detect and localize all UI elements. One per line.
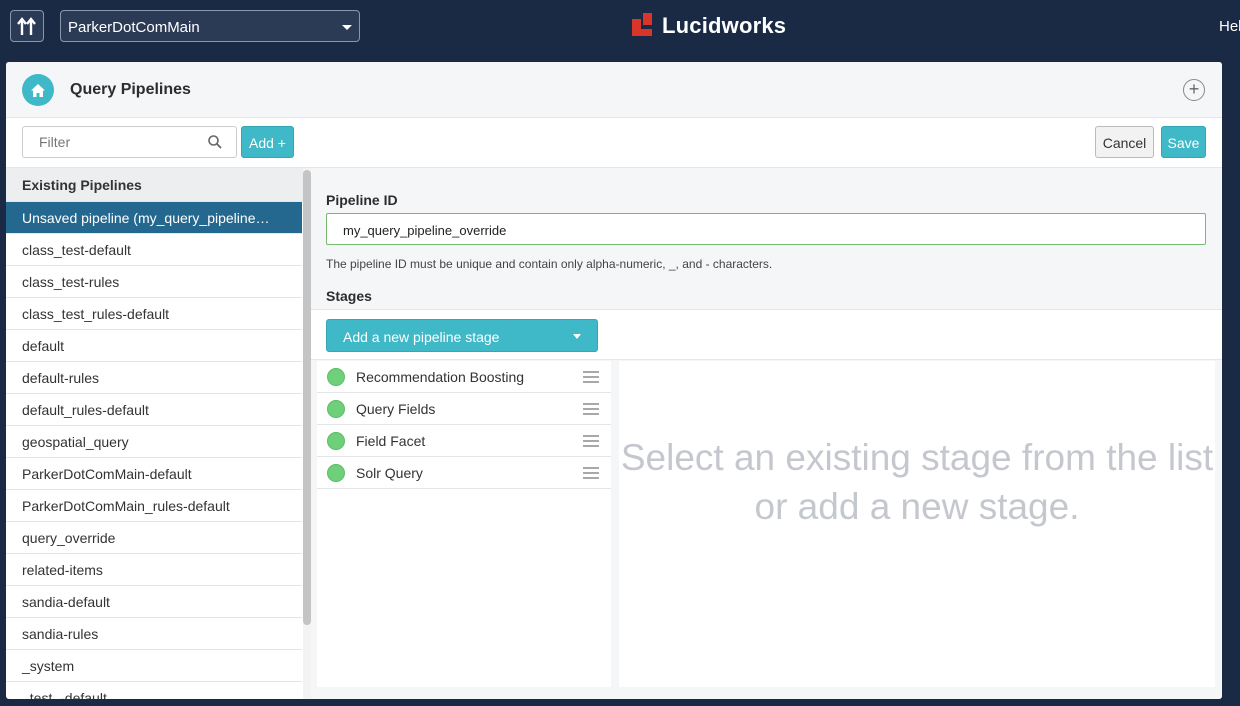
brand-logo: Lucidworks: [630, 13, 786, 39]
sidebar-item-unsaved-pipeline[interactable]: Unsaved pipeline (my_query_pipeline…: [6, 202, 302, 234]
lucidworks-logo-icon: [632, 13, 652, 36]
sidebar-item[interactable]: default: [6, 330, 302, 362]
swap-arrows-icon: [17, 17, 36, 35]
sidebar-scrollbar[interactable]: [303, 168, 311, 699]
stage-item[interactable]: Field Facet: [317, 425, 611, 457]
pipeline-id-help: The pipeline ID must be unique and conta…: [326, 257, 773, 271]
pipeline-id-input[interactable]: my_query_pipeline_override: [326, 213, 1206, 245]
sidebar-item[interactable]: class_test-rules: [6, 266, 302, 298]
app-selector-value: ParkerDotComMain: [68, 19, 200, 36]
sidebar-item[interactable]: sandia-default: [6, 586, 302, 618]
status-dot-icon: [327, 464, 345, 482]
home-button[interactable]: [22, 74, 54, 106]
sidebar-item[interactable]: ParkerDotComMain-default: [6, 458, 302, 490]
sidebar-item[interactable]: _system: [6, 650, 302, 682]
save-button[interactable]: Save: [1161, 126, 1206, 158]
plus-circle-icon[interactable]: +: [1183, 79, 1205, 101]
query-pipelines-panel: Query Pipelines + Add + Cancel Save Exis…: [6, 62, 1222, 699]
sidebar-item[interactable]: geospatial_query: [6, 426, 302, 458]
drag-handle-icon[interactable]: [583, 467, 599, 479]
stage-name: Field Facet: [356, 433, 426, 449]
drag-handle-icon[interactable]: [583, 435, 599, 447]
stage-list: Recommendation Boosting Query Fields Fie…: [317, 361, 611, 687]
cancel-button[interactable]: Cancel: [1095, 126, 1154, 158]
chevron-down-icon: [342, 25, 352, 30]
filter-input[interactable]: [22, 126, 237, 158]
scrollbar-thumb[interactable]: [303, 170, 311, 625]
add-stage-label: Add a new pipeline stage: [343, 329, 500, 345]
sidebar-item[interactable]: ParkerDotComMain_rules-default: [6, 490, 302, 522]
stage-item[interactable]: Solr Query: [317, 457, 611, 489]
stage-name: Query Fields: [356, 401, 436, 417]
stage-toolbar: Add a new pipeline stage: [311, 309, 1222, 360]
app-selector[interactable]: ParkerDotComMain: [60, 10, 360, 42]
sidebar-item[interactable]: default_rules-default: [6, 394, 302, 426]
stage-item[interactable]: Recommendation Boosting: [317, 361, 611, 393]
stage-item[interactable]: Query Fields: [317, 393, 611, 425]
sidebar-item[interactable]: default-rules: [6, 362, 302, 394]
help-link[interactable]: Help: [1219, 18, 1240, 35]
sidebar-item[interactable]: class_test-default: [6, 234, 302, 266]
stages-label: Stages: [326, 288, 372, 304]
sidebar-heading: Existing Pipelines: [6, 168, 311, 202]
sidebar-item[interactable]: query_override: [6, 522, 302, 554]
sidebar-item[interactable]: class_test_rules-default: [6, 298, 302, 330]
empty-stage-message: Select an existing stage from the list o…: [620, 437, 1214, 527]
add-stage-dropdown[interactable]: Add a new pipeline stage: [326, 319, 598, 352]
pipeline-sidebar: Existing Pipelines Unsaved pipeline (my_…: [6, 168, 311, 699]
sidebar-item[interactable]: _test_-default: [6, 682, 302, 699]
home-icon: [31, 83, 45, 97]
stage-detail-pane: Select an existing stage from the list o…: [619, 361, 1215, 687]
caret-down-icon: [573, 334, 581, 339]
sidebar-item[interactable]: related-items: [6, 554, 302, 586]
stage-name: Recommendation Boosting: [356, 369, 525, 385]
pipeline-id-label: Pipeline ID: [326, 192, 398, 208]
panel-header: Query Pipelines +: [6, 62, 1222, 118]
status-dot-icon: [327, 432, 345, 450]
toolbar: Add + Cancel Save: [6, 118, 1222, 168]
add-pipeline-button[interactable]: Add +: [241, 126, 294, 158]
status-dot-icon: [327, 368, 345, 386]
pipeline-editor: Pipeline ID my_query_pipeline_override T…: [311, 168, 1222, 699]
stage-name: Solr Query: [356, 465, 423, 481]
search-icon: [208, 135, 222, 149]
status-dot-icon: [327, 400, 345, 418]
drag-handle-icon[interactable]: [583, 403, 599, 415]
page-title: Query Pipelines: [70, 81, 191, 98]
drag-handle-icon[interactable]: [583, 371, 599, 383]
top-navbar: ParkerDotComMain Lucidworks Help: [0, 0, 1240, 54]
sidebar-item[interactable]: sandia-rules: [6, 618, 302, 650]
brand-name: Lucidworks: [662, 13, 787, 38]
app-switcher-button[interactable]: [10, 10, 44, 42]
